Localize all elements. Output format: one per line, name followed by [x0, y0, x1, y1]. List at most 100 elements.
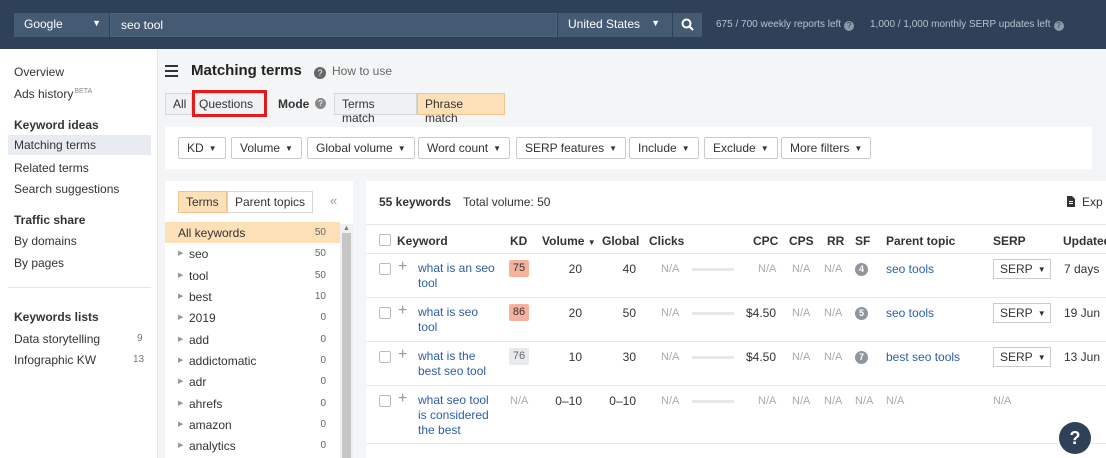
term-item[interactable]: ▶ adr 0	[165, 371, 340, 392]
parent-topic-link[interactable]: seo tools	[886, 306, 934, 320]
nav-ads-history[interactable]: Ads historyBETA	[14, 87, 92, 101]
cpc-value: $4.50	[745, 306, 776, 320]
kd-badge: 86	[509, 304, 529, 321]
export-button[interactable]: Exp	[1066, 195, 1103, 209]
filter-volume-label: Volume	[240, 141, 281, 155]
chevron-down-icon: ▼	[493, 144, 502, 153]
scrollbar-thumb[interactable]	[342, 233, 351, 458]
term-label: best	[189, 290, 212, 304]
select-all-checkbox[interactable]	[379, 234, 391, 246]
keyword-link[interactable]: what is an seo tool	[418, 261, 498, 291]
col-cps[interactable]: CPS	[789, 234, 814, 248]
filter-exclude[interactable]: Exclude ▼	[704, 137, 778, 159]
row-checkbox[interactable]	[379, 395, 391, 407]
add-to-list-icon[interactable]: +	[398, 390, 407, 408]
row-checkbox[interactable]	[379, 351, 391, 363]
nav-overview[interactable]: Overview	[14, 65, 64, 79]
add-to-list-icon[interactable]: +	[398, 258, 407, 276]
search-button[interactable]	[672, 13, 702, 37]
col-rr[interactable]: RR	[827, 234, 844, 248]
serp-button[interactable]: SERP ▼	[993, 303, 1051, 323]
col-serp[interactable]: SERP	[993, 234, 1026, 248]
add-to-list-icon[interactable]: +	[398, 302, 407, 320]
keyword-search-input[interactable]: seo tool	[110, 13, 557, 37]
chevron-right-icon: ▶	[178, 400, 184, 407]
keyword-link[interactable]: what is seo tool	[418, 305, 498, 335]
keyword-link[interactable]: what is the best seo tool	[418, 349, 498, 379]
add-to-list-icon[interactable]: +	[398, 346, 407, 364]
tab-terms[interactable]: Terms	[178, 191, 227, 213]
section-traffic-share: Traffic share	[14, 213, 86, 227]
scroll-up-icon[interactable]: ▲	[343, 225, 350, 232]
term-item[interactable]: ▶ amazon 0	[165, 414, 340, 435]
chevron-down-icon: ▼	[285, 144, 293, 153]
nav-by-domains[interactable]: By domains	[14, 234, 77, 248]
nav-related-terms[interactable]: Related terms	[14, 161, 89, 175]
filter-serp-features[interactable]: SERP features ▼	[516, 137, 627, 159]
serp-button[interactable]: SERP ▼	[993, 347, 1051, 367]
serp-button[interactable]: SERP ▼	[993, 259, 1051, 279]
term-item[interactable]: ▶ ahrefs 0	[165, 393, 340, 414]
help-icon[interactable]: ?	[1053, 21, 1064, 31]
term-label: All keywords	[178, 226, 246, 240]
mode-terms-match[interactable]: Terms match	[334, 93, 417, 125]
country-select[interactable]: United States ▼	[557, 13, 672, 37]
chevron-down-icon: ▼	[92, 18, 101, 28]
filter-global-volume[interactable]: Global volume ▼	[307, 137, 415, 159]
search-engine-select[interactable]: Google ▼	[14, 13, 110, 37]
chevron-down-icon: ▼	[1037, 309, 1046, 318]
row-checkbox[interactable]	[379, 263, 391, 275]
search-icon	[681, 18, 694, 31]
chevron-down-icon: ▼	[681, 144, 690, 153]
term-item[interactable]: ▶ tool 50	[165, 265, 340, 286]
row-checkbox[interactable]	[379, 307, 391, 319]
volume-value: 0–10	[555, 394, 582, 408]
filter-more[interactable]: More filters ▼	[781, 137, 872, 159]
serp-features-badge[interactable]: 5	[855, 307, 868, 320]
col-updated[interactable]: Updated	[1063, 234, 1106, 248]
chevron-down-icon: ▼	[1037, 265, 1046, 274]
nav-matching-terms[interactable]: Matching terms	[8, 135, 151, 155]
updated-value: 19 Jun	[1064, 306, 1101, 320]
col-volume[interactable]: Volume ▼	[542, 234, 596, 248]
help-icon[interactable]: ?	[315, 98, 326, 109]
term-item[interactable]: ▶ addictomatic 0	[165, 350, 340, 371]
col-clicks[interactable]: Clicks	[649, 234, 684, 248]
col-kd[interactable]: KD	[510, 234, 527, 248]
col-sf[interactable]: SF	[855, 234, 870, 248]
filter-volume[interactable]: Volume ▼	[231, 137, 302, 159]
term-item-all-keywords[interactable]: All keywords 50	[165, 222, 340, 243]
term-item[interactable]: ▶ 2019 0	[165, 307, 340, 328]
tab-all[interactable]: All	[165, 93, 191, 115]
parent-topic-link[interactable]: seo tools	[886, 262, 934, 276]
help-button[interactable]: ?	[1059, 422, 1091, 454]
how-to-use-link[interactable]: ? How to use	[314, 64, 392, 79]
col-keyword[interactable]: Keyword	[397, 234, 448, 248]
keyword-link[interactable]: what seo tool is considered the best	[418, 393, 498, 438]
list-item-infographic-kw[interactable]: Infographic KW	[14, 353, 96, 367]
menu-icon[interactable]	[165, 65, 178, 80]
term-item[interactable]: ▶ add 0	[165, 329, 340, 350]
list-item-data-storytelling[interactable]: Data storytelling	[14, 332, 100, 346]
col-global[interactable]: Global	[602, 234, 639, 248]
chevron-down-icon: ▼	[208, 144, 217, 153]
nav-search-suggestions[interactable]: Search suggestions	[14, 182, 119, 196]
collapse-icon[interactable]: «	[330, 193, 337, 208]
tab-parent-topics[interactable]: Parent topics	[227, 191, 314, 213]
mode-phrase-match[interactable]: Phrase match	[417, 93, 505, 125]
serp-features-badge[interactable]: 4	[855, 263, 868, 276]
term-item[interactable]: ▶ best 10	[165, 286, 340, 307]
nav-by-pages[interactable]: By pages	[14, 256, 64, 270]
col-parent-topic[interactable]: Parent topic	[886, 234, 955, 248]
help-icon[interactable]: ?	[844, 21, 855, 31]
serp-features-badge[interactable]: 7	[855, 351, 868, 364]
filter-word-count[interactable]: Word count ▼	[418, 137, 511, 159]
filter-kd[interactable]: KD ▼	[178, 137, 226, 159]
col-cpc[interactable]: CPC	[753, 234, 778, 248]
parent-topic-link[interactable]: best seo tools	[886, 350, 960, 364]
term-item[interactable]: ▶ analytics 0	[165, 435, 340, 456]
term-item[interactable]: ▶ seo 50	[165, 243, 340, 264]
export-icon	[1067, 196, 1075, 207]
keyword-line: tool	[418, 320, 438, 334]
filter-include[interactable]: Include ▼	[629, 137, 699, 159]
